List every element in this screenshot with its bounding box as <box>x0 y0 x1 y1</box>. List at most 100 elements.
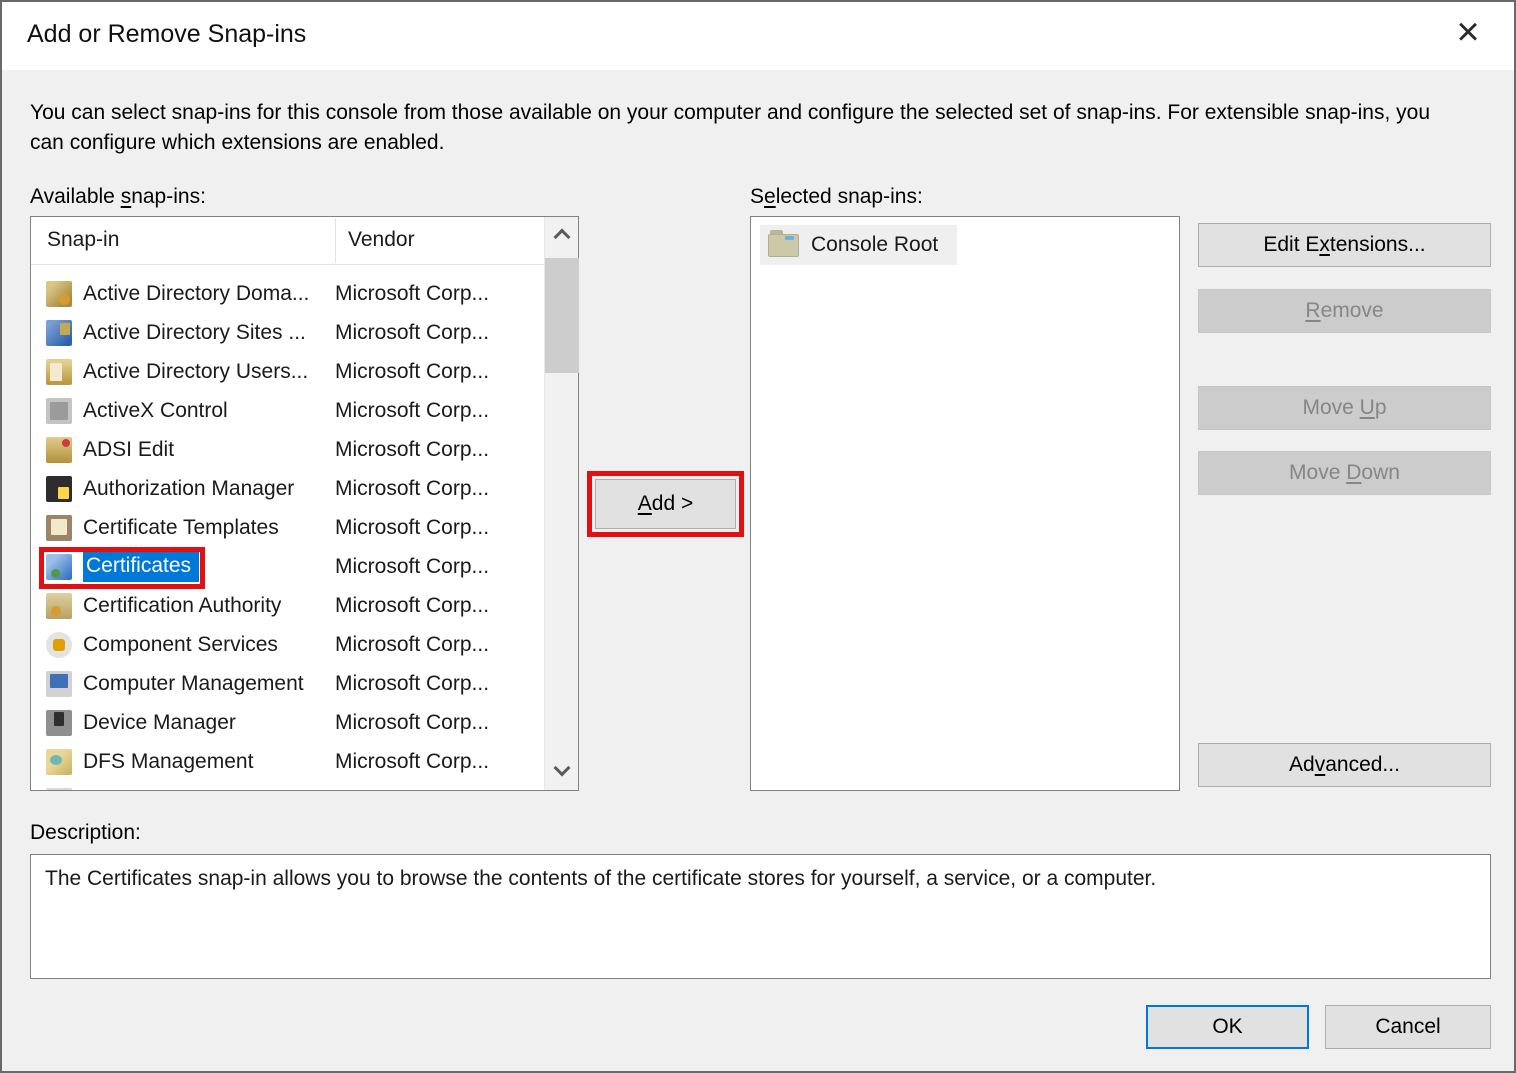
snapin-name-text: DHCP <box>83 789 143 791</box>
certification-authority-icon <box>46 593 72 619</box>
label-part: tensions... <box>1330 233 1426 256</box>
snapin-row[interactable]: Authorization Manager Microsoft Corp... <box>31 469 544 508</box>
snapin-vendor: Microsoft Corp... <box>335 282 489 306</box>
snapin-vendor: Microsoft Corp... <box>335 555 489 579</box>
adsi-edit-icon <box>46 437 72 463</box>
label-part: p <box>1375 396 1387 419</box>
snapin-name-text: Authorization Manager <box>83 477 294 501</box>
label-part: s <box>121 185 132 208</box>
snapin-name-text: Computer Management <box>83 672 304 696</box>
snapin-name: Certificate Templates <box>83 516 335 540</box>
dhcp-icon <box>46 788 72 791</box>
label-part: dd > <box>652 492 693 515</box>
selected-snapins-list: Console Root <box>750 216 1180 791</box>
label-part: R <box>1305 299 1320 322</box>
snapin-row[interactable]: DFS Management Microsoft Corp... <box>31 742 544 781</box>
snapin-name: Computer Management <box>83 672 335 696</box>
activex-icon <box>46 398 72 424</box>
scroll-down-icon[interactable] <box>545 754 579 790</box>
snapin-row[interactable]: Active Directory Doma... Microsoft Corp.… <box>31 274 544 313</box>
dfs-management-icon <box>46 749 72 775</box>
annotation-red-box <box>39 547 205 589</box>
snapin-row[interactable]: Component Services Microsoft Corp... <box>31 625 544 664</box>
folder-icon <box>768 234 799 257</box>
snapin-row[interactable]: Certificate Templates Microsoft Corp... <box>31 508 544 547</box>
snapin-row[interactable]: Certification Authority Microsoft Corp..… <box>31 586 544 625</box>
label-part: Move <box>1302 396 1359 419</box>
chevron-up-icon <box>554 229 571 246</box>
snapin-vendor: Microsoft Corp... <box>335 789 489 791</box>
add-button[interactable]: Add > <box>595 479 736 529</box>
annotation-red-box-add: Add > <box>587 471 744 537</box>
snapin-row[interactable]: Active Directory Sites ... Microsoft Cor… <box>31 313 544 352</box>
snapin-name: DFS Management <box>83 750 335 774</box>
snapin-vendor: Microsoft Corp... <box>335 360 489 384</box>
advanced-button[interactable]: Advanced... <box>1198 743 1491 787</box>
selected-snapin-name: Console Root <box>811 233 938 257</box>
label-part: S <box>750 185 764 208</box>
label-part: emove <box>1321 299 1384 322</box>
snapin-row[interactable]: Certificates Microsoft Corp... <box>31 547 544 586</box>
snapin-row[interactable]: Computer Management Microsoft Corp... <box>31 664 544 703</box>
column-divider <box>335 219 336 263</box>
snapin-row[interactable]: DHCP Microsoft Corp... <box>31 781 544 790</box>
scrollbar-thumb[interactable] <box>545 258 579 373</box>
label-part: lected snap-ins: <box>776 185 923 208</box>
snapin-name-text: DFS Management <box>83 750 253 774</box>
label-part: Ad <box>1289 753 1315 776</box>
label-part: anced... <box>1325 753 1400 776</box>
label-part: Available <box>30 185 121 208</box>
column-header-snapin: Snap-in <box>47 228 119 252</box>
snapin-vendor: Microsoft Corp... <box>335 594 489 618</box>
label-part: Move <box>1289 461 1346 484</box>
snapin-name: Authorization Manager <box>83 477 335 501</box>
snapin-name-text: Component Services <box>83 633 278 657</box>
add-remove-snapins-dialog: Add or Remove Snap-ins × You can select … <box>0 0 1516 1073</box>
dialog-title: Add or Remove Snap-ins <box>27 20 306 49</box>
snapin-vendor: Microsoft Corp... <box>335 321 489 345</box>
edit-extensions-button[interactable]: Edit Extensions... <box>1198 223 1491 267</box>
list-header: Snap-in Vendor <box>31 217 544 265</box>
snapin-name-text: Device Manager <box>83 711 236 735</box>
label-part: nap-ins: <box>131 185 206 208</box>
ok-button[interactable]: OK <box>1146 1005 1309 1049</box>
titlebar: Add or Remove Snap-ins × <box>2 2 1514 70</box>
snapin-name-text: ADSI Edit <box>83 438 174 462</box>
authorization-manager-icon <box>46 476 72 502</box>
snapin-row[interactable]: ADSI Edit Microsoft Corp... <box>31 430 544 469</box>
component-services-icon <box>46 632 72 658</box>
ad-domains-icon <box>46 281 72 307</box>
computer-management-icon <box>46 671 72 697</box>
label-part: Edit E <box>1263 233 1319 256</box>
intro-text: You can select snap-ins for this console… <box>30 98 1464 158</box>
snapin-name-text: ActiveX Control <box>83 399 228 423</box>
snapin-name-text: Certificate Templates <box>83 516 279 540</box>
snapin-name: Device Manager <box>83 711 335 735</box>
snapin-vendor: Microsoft Corp... <box>335 516 489 540</box>
close-icon[interactable]: × <box>1446 10 1490 54</box>
label-part: D <box>1346 461 1361 484</box>
certificate-templates-icon <box>46 515 72 541</box>
snapin-name-text: Active Directory Sites ... <box>83 321 306 345</box>
snapin-vendor: Microsoft Corp... <box>335 477 489 501</box>
selected-snapin-row[interactable]: Console Root <box>760 225 957 265</box>
snapin-vendor: Microsoft Corp... <box>335 711 489 735</box>
scroll-up-icon[interactable] <box>545 217 579 253</box>
list-scrollbar[interactable] <box>544 217 578 790</box>
snapin-name: Active Directory Users... <box>83 360 335 384</box>
description-label: Description: <box>30 821 141 845</box>
available-snapins-list: Snap-in Vendor Active Directory Doma... … <box>30 216 579 791</box>
snapin-vendor: Microsoft Corp... <box>335 633 489 657</box>
snapin-vendor: Microsoft Corp... <box>335 750 489 774</box>
snapin-row[interactable]: Device Manager Microsoft Corp... <box>31 703 544 742</box>
cancel-button[interactable]: Cancel <box>1325 1005 1491 1049</box>
snapin-name: Certification Authority <box>83 594 335 618</box>
snapin-name: Active Directory Sites ... <box>83 321 335 345</box>
remove-button: Remove <box>1198 289 1491 333</box>
move-up-button: Move Up <box>1198 386 1491 430</box>
snapin-row[interactable]: ActiveX Control Microsoft Corp... <box>31 391 544 430</box>
device-manager-icon <box>46 710 72 736</box>
selected-snapins-label: Selected snap-ins: <box>750 185 923 209</box>
snapin-vendor: Microsoft Corp... <box>335 399 489 423</box>
snapin-row[interactable]: Active Directory Users... Microsoft Corp… <box>31 352 544 391</box>
